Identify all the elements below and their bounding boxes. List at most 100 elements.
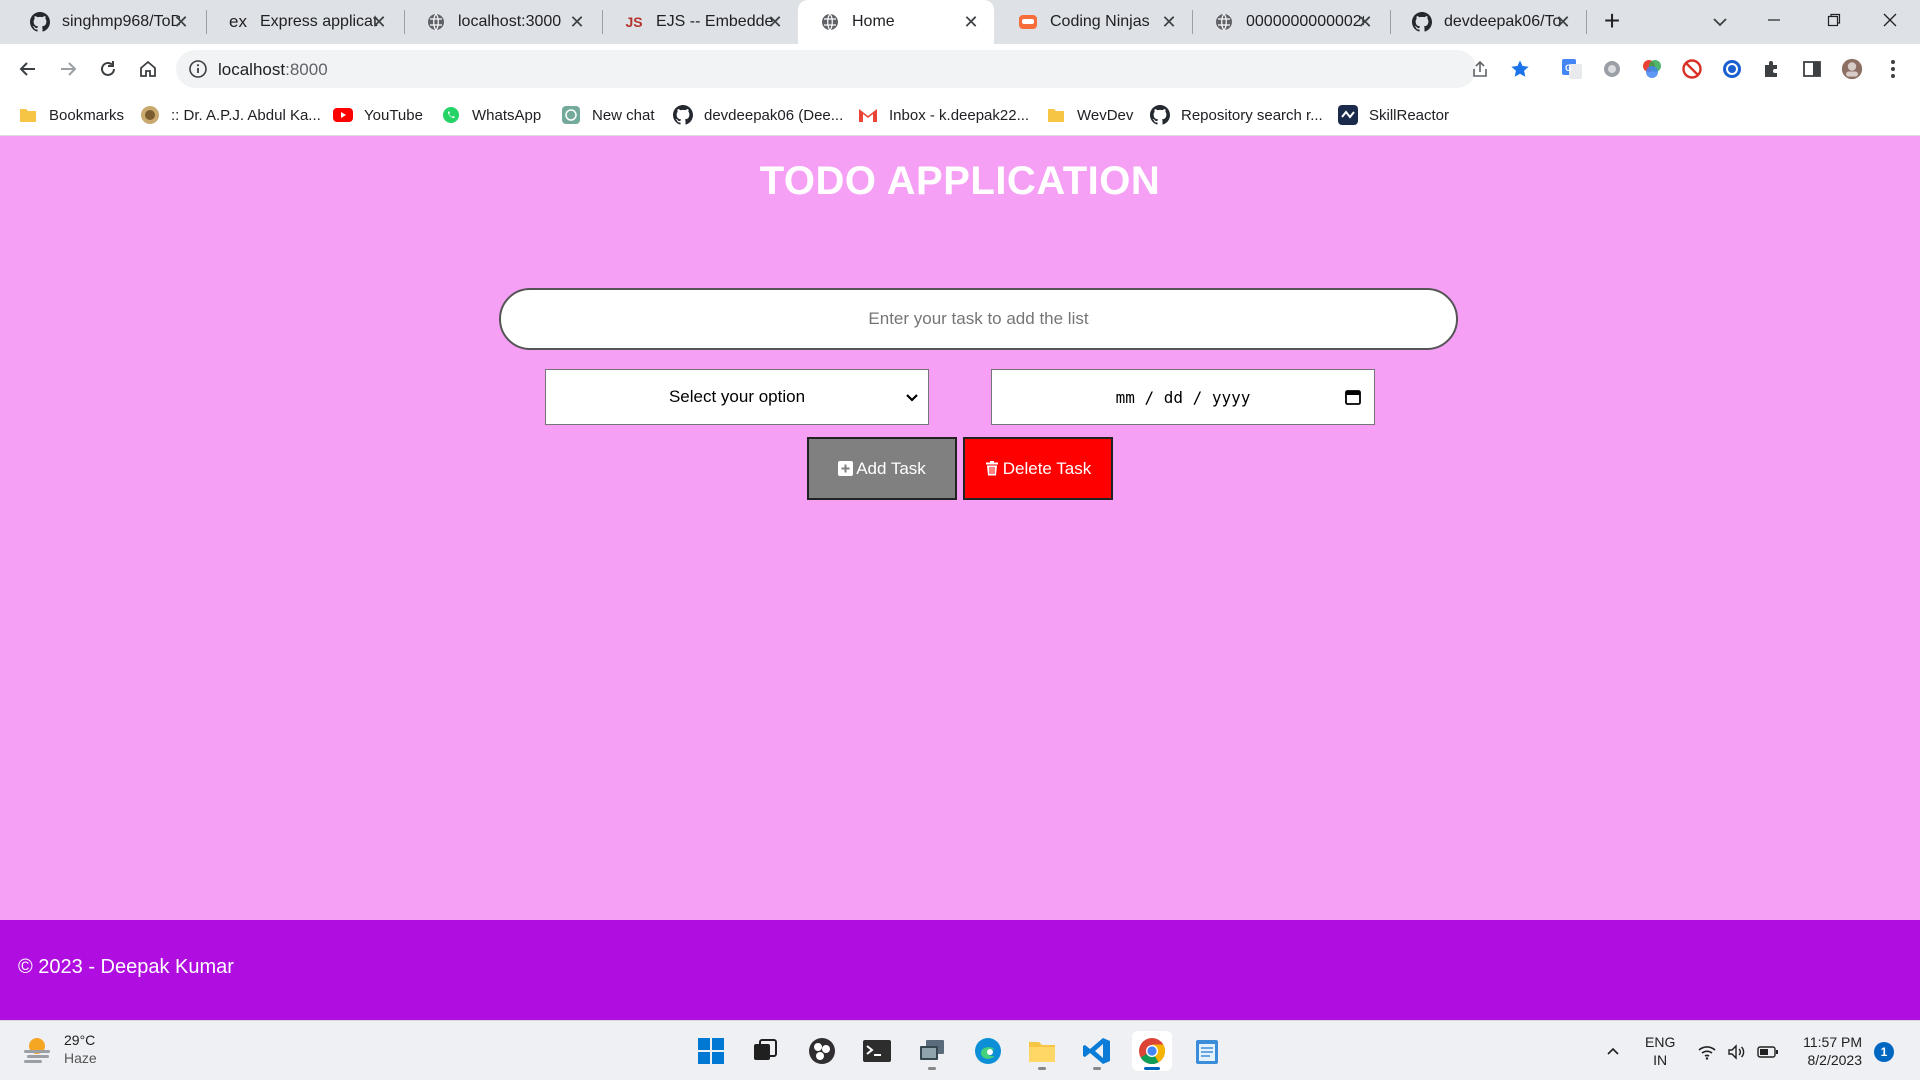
notification-badge[interactable]: 1 (1874, 1042, 1894, 1062)
clock-date: 8/2/2023 (1807, 1052, 1863, 1068)
tab-1[interactable]: ex Express applicatio ✕ (206, 0, 402, 44)
side-panel-icon[interactable] (1801, 58, 1823, 80)
tab-0[interactable]: singhmp968/ToD ✕ (8, 0, 204, 44)
skillreactor-icon (1338, 105, 1358, 125)
bookmark-star-icon[interactable] (1510, 59, 1530, 79)
bookmark-apj[interactable]: :: Dr. A.P.J. Abdul Ka... (140, 104, 321, 126)
language-indicator[interactable]: ENG IN (1645, 1033, 1675, 1069)
system-clock[interactable]: 11:57 PM 8/2/2023 (1792, 1033, 1862, 1069)
terminal-icon[interactable] (857, 1031, 897, 1071)
block-icon[interactable] (1681, 58, 1703, 80)
volume-icon[interactable] (1726, 1041, 1748, 1063)
close-icon[interactable]: ✕ (1158, 11, 1180, 33)
reload-icon[interactable] (94, 55, 122, 83)
menu-icon[interactable] (1882, 58, 1904, 80)
avatar[interactable] (1841, 58, 1863, 80)
chevron-up-icon[interactable] (1602, 1041, 1624, 1063)
date-input[interactable]: mm / dd / yyyy (991, 369, 1375, 425)
bookmark-inbox[interactable]: Inbox - k.deepak22... (858, 104, 1029, 126)
chrome-icon[interactable] (1132, 1031, 1172, 1071)
bookmark-whatsapp[interactable]: WhatsApp (441, 104, 541, 126)
url-text: localhost:8000 (218, 60, 328, 79)
tab-search-icon[interactable] (1706, 8, 1734, 36)
option-select[interactable]: Select your option (545, 369, 929, 425)
tab-title: Coding Ninjas (1050, 13, 1150, 30)
close-window-button[interactable] (1860, 0, 1920, 40)
site-icon (140, 105, 160, 125)
folder-icon (18, 105, 38, 125)
notepad-icon[interactable] (1187, 1031, 1227, 1071)
extension-blue-icon[interactable] (1721, 58, 1743, 80)
file-explorer-icon[interactable] (1022, 1031, 1062, 1071)
bookmark-skillreactor[interactable]: SkillReactor (1338, 104, 1449, 126)
vscode-icon[interactable] (1077, 1031, 1117, 1071)
forward-icon[interactable] (54, 55, 82, 83)
chatgpt-icon (561, 105, 581, 125)
bookmark-bookmarks[interactable]: Bookmarks (18, 104, 124, 126)
tab-3[interactable]: JS EJS -- Embedded ✕ (602, 0, 798, 44)
obs-icon[interactable] (802, 1031, 842, 1071)
windows-taskbar: 29°C Haze ENG IN 11:57 PM 8/2/2023 1 (0, 1020, 1920, 1080)
chevron-down-icon (904, 389, 920, 405)
weather-condition: Haze (64, 1050, 97, 1066)
weather-widget[interactable]: 29°C Haze (20, 1031, 97, 1067)
gmail-icon (858, 105, 878, 125)
whatsapp-icon (441, 105, 461, 125)
bookmark-new-chat[interactable]: New chat (561, 104, 655, 126)
tab-4-active[interactable]: Home ✕ (798, 0, 994, 44)
close-icon[interactable]: ✕ (1354, 11, 1376, 33)
close-icon[interactable]: ✕ (1552, 11, 1574, 33)
bookmark-youtube[interactable]: YouTube (333, 104, 423, 126)
address-bar[interactable]: localhost:8000 (176, 50, 1529, 88)
gear-extension-icon[interactable] (1601, 58, 1623, 80)
date-placeholder: mm / dd / yyyy (1115, 387, 1251, 407)
share-icon[interactable] (1470, 59, 1490, 79)
tab-title: localhost:3000 (458, 13, 562, 30)
close-icon[interactable]: ✕ (368, 11, 390, 33)
clock-time: 11:57 PM (1803, 1034, 1862, 1050)
back-icon[interactable] (14, 55, 42, 83)
remote-desktop-icon[interactable] (912, 1031, 952, 1071)
calendar-icon[interactable] (1344, 388, 1362, 406)
plus-square-icon (838, 461, 854, 476)
page-content: TODO APPLICATION Select your option mm /… (0, 136, 1920, 920)
coding-ninjas-icon (1018, 12, 1038, 32)
delete-task-label: Delete Task (1002, 458, 1092, 478)
close-icon[interactable]: ✕ (566, 11, 588, 33)
close-icon[interactable]: ✕ (960, 11, 982, 33)
add-task-button[interactable]: Add Task (807, 437, 957, 500)
new-tab-button[interactable]: + (1598, 7, 1626, 36)
ejs-icon: JS (625, 14, 643, 30)
task-view-icon[interactable] (745, 1031, 785, 1071)
wifi-icon[interactable] (1696, 1041, 1718, 1063)
youtube-icon (333, 105, 353, 125)
bookmark-wevdev[interactable]: WevDev (1046, 104, 1133, 126)
color-picker-icon[interactable] (1641, 58, 1663, 80)
tab-5[interactable]: Coding Ninjas ✕ (996, 0, 1192, 44)
task-input[interactable] (499, 288, 1458, 350)
close-icon[interactable]: ✕ (764, 11, 786, 33)
google-translate-icon[interactable]: G (1561, 58, 1583, 80)
battery-icon[interactable] (1756, 1041, 1780, 1063)
edge-icon[interactable] (968, 1031, 1008, 1071)
puzzle-icon[interactable] (1761, 58, 1783, 80)
footer-copyright: © 2023 - Deepak Kumar (18, 956, 234, 978)
close-icon[interactable]: ✕ (170, 11, 192, 33)
delete-task-button[interactable]: Delete Task (963, 437, 1113, 500)
restore-button[interactable] (1804, 0, 1864, 40)
tab-6[interactable]: 00000000000020 ✕ (1192, 0, 1388, 44)
info-icon[interactable] (188, 59, 208, 79)
tab-strip: singhmp968/ToD ✕ ex Express applicatio ✕… (0, 0, 1920, 44)
bookmark-devdeepak06[interactable]: devdeepak06 (Dee... (673, 104, 843, 126)
globe-icon (1214, 12, 1234, 32)
tab-2[interactable]: localhost:3000 ✕ (404, 0, 600, 44)
minimize-button[interactable] (1744, 0, 1804, 40)
weather-haze-icon (20, 1032, 54, 1066)
bookmark-repository-search[interactable]: Repository search r... (1150, 104, 1323, 126)
start-button[interactable] (691, 1031, 731, 1071)
tab-7[interactable]: devdeepak06/Tod ✕ (1390, 0, 1586, 44)
tab-title: 00000000000020 (1246, 13, 1364, 30)
weather-temperature: 29°C (64, 1032, 96, 1048)
express-icon: ex (229, 12, 247, 31)
home-icon[interactable] (134, 55, 162, 83)
